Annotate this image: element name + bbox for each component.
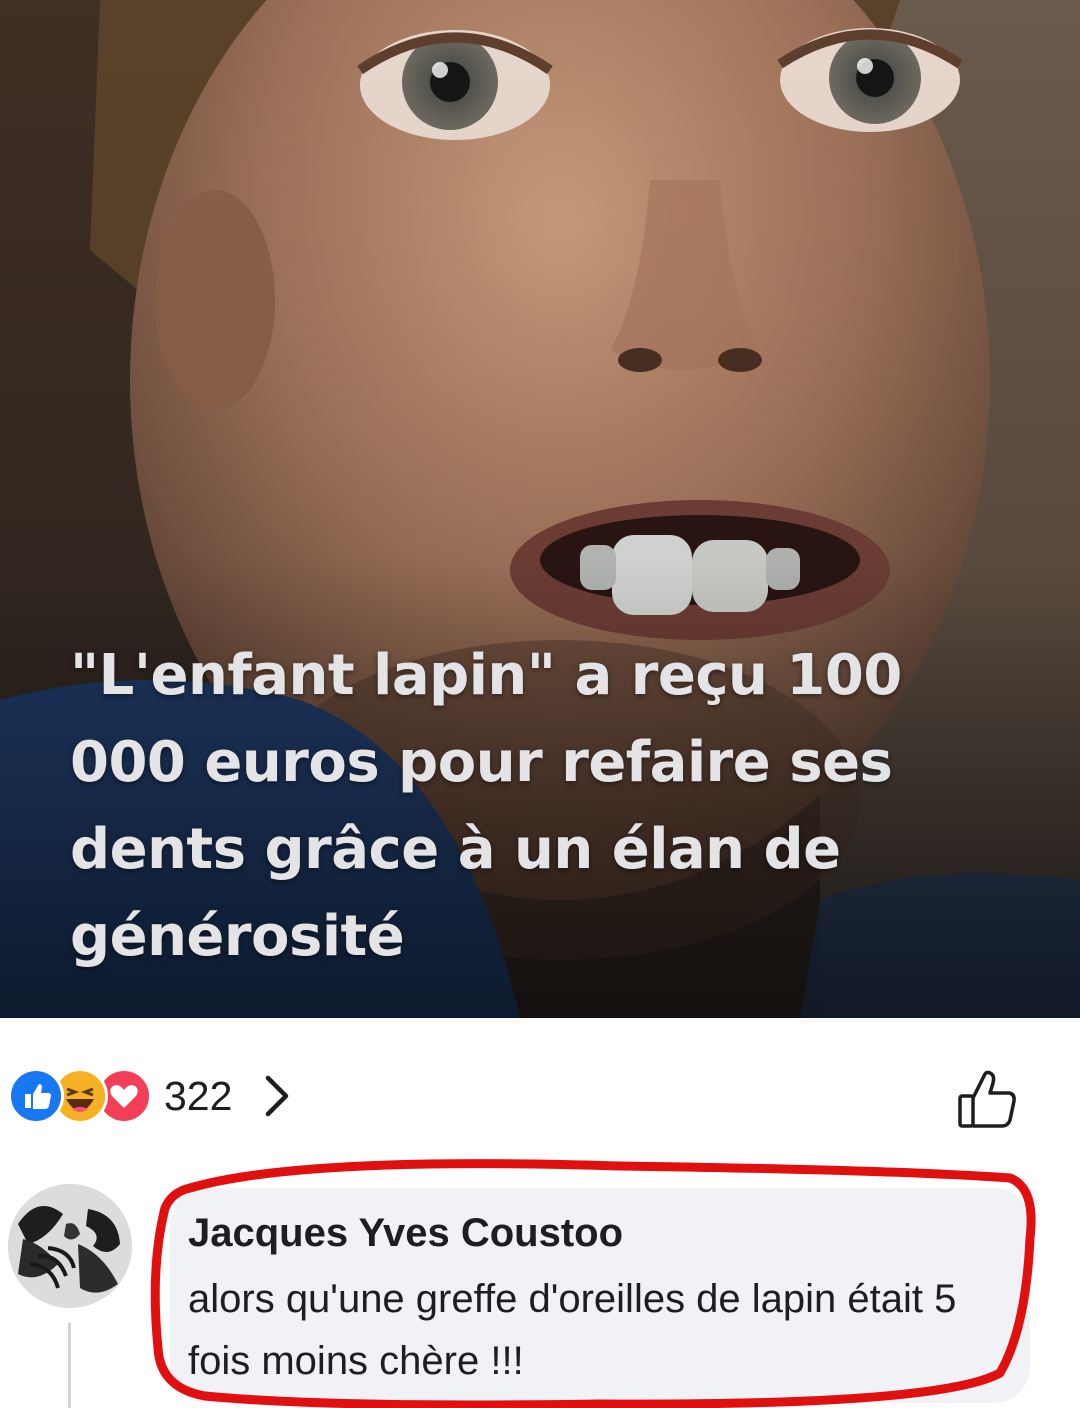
reaction-summary[interactable]	[8, 1068, 158, 1124]
facebook-post: "L'enfant lapin" a reçu 100 000 euros po…	[0, 0, 1080, 1408]
comment: Jacques Yves Coustoo alors qu'une greffe…	[0, 1158, 1080, 1408]
avatar[interactable]	[8, 1184, 132, 1308]
like-icon	[8, 1068, 64, 1124]
post-image[interactable]: "L'enfant lapin" a reçu 100 000 euros po…	[0, 0, 1080, 1018]
reply-thread-line	[68, 1323, 71, 1408]
post-headline: "L'enfant lapin" a reçu 100 000 euros po…	[70, 643, 902, 969]
like-button[interactable]	[954, 1066, 1020, 1132]
comment-bubble[interactable]: Jacques Yves Coustoo alors qu'une greffe…	[170, 1188, 1030, 1403]
comment-text: alors qu'une greffe d'oreilles de lapin …	[188, 1277, 957, 1383]
reaction-count[interactable]: 322	[164, 1070, 232, 1122]
comment-author[interactable]: Jacques Yves Coustoo	[188, 1208, 623, 1258]
chevron-right-icon[interactable]	[262, 1074, 292, 1118]
reactions-bar: 322	[0, 1018, 1080, 1158]
thumbs-up-outline-icon	[958, 1070, 1016, 1128]
avatar-image	[8, 1184, 132, 1308]
